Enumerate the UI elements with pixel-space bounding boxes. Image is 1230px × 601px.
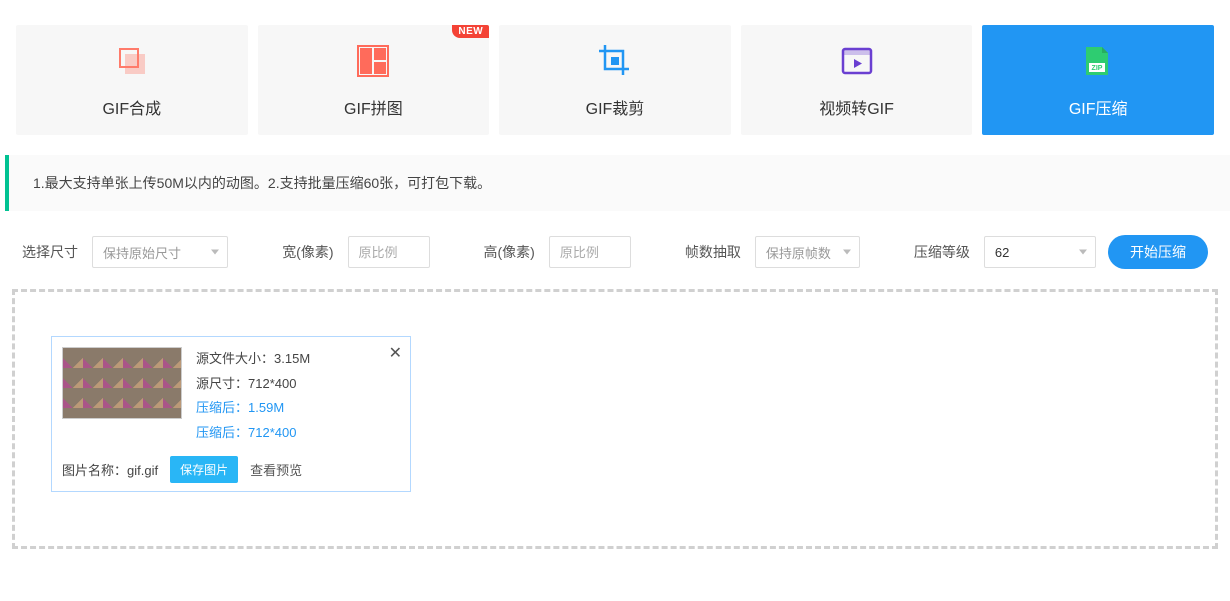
- height-input[interactable]: [549, 236, 631, 268]
- quality-label: 压缩等级: [914, 242, 970, 262]
- quality-select[interactable]: 62: [984, 236, 1096, 268]
- src-size-label: 源文件大小：: [196, 351, 274, 366]
- close-icon[interactable]: ✕: [389, 343, 402, 363]
- filename-label: 图片名称：: [62, 463, 127, 478]
- size-select-value: 保持原始尺寸: [103, 243, 181, 262]
- size-select[interactable]: 保持原始尺寸: [92, 236, 228, 268]
- video-icon: [839, 41, 875, 81]
- out-size-value: 1.59M: [248, 400, 284, 415]
- new-badge: NEW: [452, 25, 489, 38]
- src-dim-label: 源尺寸：: [196, 376, 248, 391]
- layers-icon: [114, 41, 150, 81]
- src-dim-value: 712*400: [248, 376, 296, 391]
- chevron-down-icon: [1079, 250, 1087, 255]
- crop-icon: [597, 41, 633, 81]
- tab-gif-collage[interactable]: NEW GIF拼图: [258, 25, 490, 135]
- tool-tabs: GIF合成 NEW GIF拼图 GIF裁剪 视频转GIF ZIP GIF压缩: [0, 0, 1230, 155]
- tab-gif-compress[interactable]: ZIP GIF压缩: [982, 25, 1214, 135]
- filename-value: gif.gif: [127, 463, 158, 478]
- thumbnail: [62, 347, 182, 419]
- grid-icon: [356, 41, 390, 81]
- tab-label: GIF拼图: [344, 95, 403, 119]
- dropzone[interactable]: ✕ 源文件大小：3.15M 源尺寸：712*400 压缩后：1.59M 压缩后：…: [12, 289, 1218, 549]
- size-label: 选择尺寸: [22, 242, 78, 262]
- width-label: 宽(像素): [282, 242, 333, 262]
- quality-select-value: 62: [995, 245, 1009, 260]
- result-info: 源文件大小：3.15M 源尺寸：712*400 压缩后：1.59M 压缩后：71…: [196, 347, 310, 446]
- tab-gif-compose[interactable]: GIF合成: [16, 25, 248, 135]
- start-compress-button[interactable]: 开始压缩: [1108, 235, 1208, 269]
- chevron-down-icon: [211, 250, 219, 255]
- out-size-label: 压缩后：: [196, 400, 248, 415]
- out-dim-value: 712*400: [248, 425, 296, 440]
- zip-icon: ZIP: [1078, 41, 1118, 81]
- tab-video-to-gif[interactable]: 视频转GIF: [741, 25, 973, 135]
- tab-label: GIF裁剪: [586, 95, 645, 119]
- tab-gif-crop[interactable]: GIF裁剪: [499, 25, 731, 135]
- width-input[interactable]: [348, 236, 430, 268]
- controls-bar: 选择尺寸 保持原始尺寸 宽(像素) 高(像素) 帧数抽取 保持原帧数 压缩等级 …: [0, 211, 1230, 289]
- tab-label: 视频转GIF: [819, 95, 894, 119]
- tab-label: GIF合成: [102, 95, 161, 119]
- frames-label: 帧数抽取: [685, 242, 741, 262]
- svg-text:ZIP: ZIP: [1092, 65, 1103, 72]
- save-image-button[interactable]: 保存图片: [170, 456, 238, 483]
- result-card: ✕ 源文件大小：3.15M 源尺寸：712*400 压缩后：1.59M 压缩后：…: [51, 336, 411, 492]
- src-size-value: 3.15M: [274, 351, 310, 366]
- frames-select[interactable]: 保持原帧数: [755, 236, 860, 268]
- preview-link[interactable]: 查看预览: [250, 460, 302, 479]
- tab-label: GIF压缩: [1069, 95, 1128, 119]
- info-notice: 1.最大支持单张上传50M以内的动图。2.支持批量压缩60张，可打包下载。: [5, 155, 1230, 211]
- frames-select-value: 保持原帧数: [766, 243, 831, 262]
- chevron-down-icon: [843, 250, 851, 255]
- out-dim-label: 压缩后：: [196, 425, 248, 440]
- height-label: 高(像素): [484, 242, 535, 262]
